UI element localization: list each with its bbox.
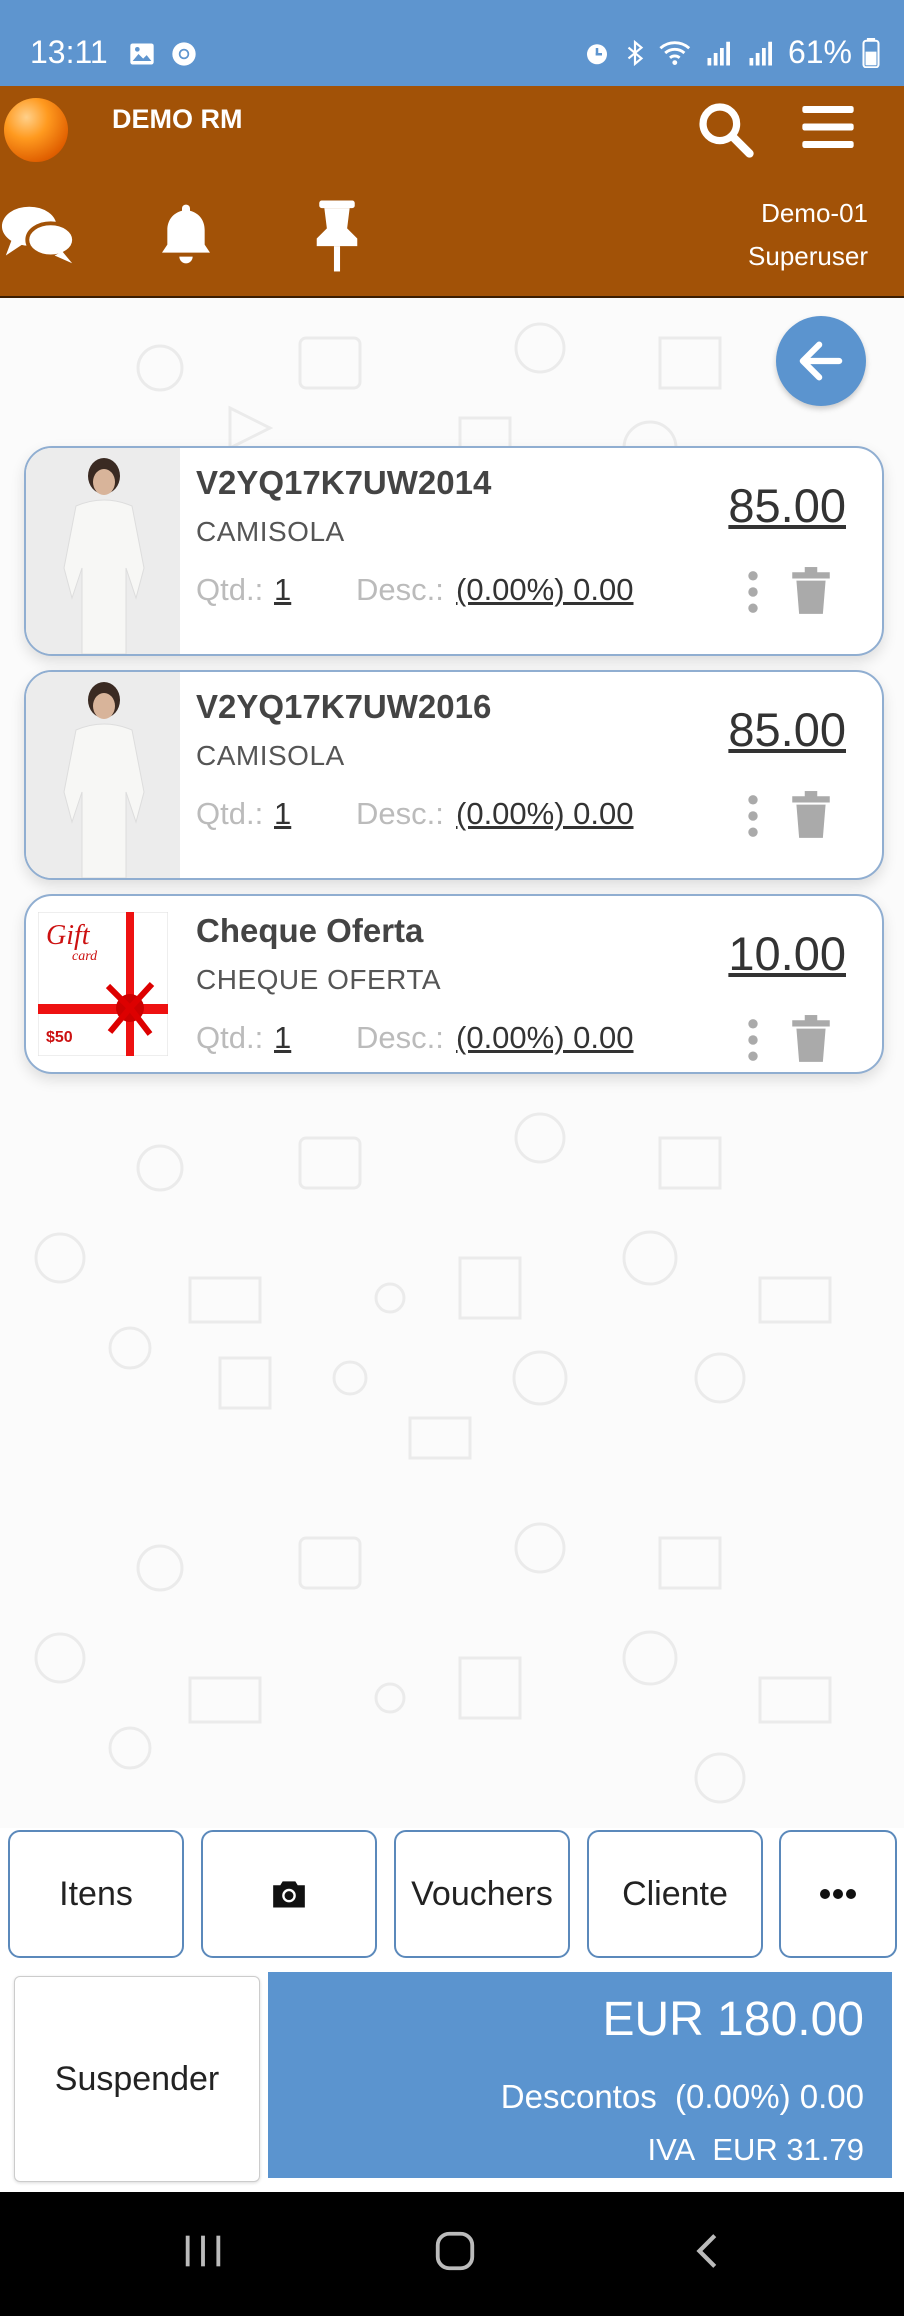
- gift-card-value-text: $50: [46, 1029, 73, 1046]
- gift-card-gift-text: Gift: [46, 920, 91, 951]
- battery-icon: [862, 37, 880, 68]
- total-panel[interactable]: EUR 180.00 Descontos (0.00%) 0.00 IVA EU…: [268, 1972, 892, 2178]
- clock: 13:11: [30, 34, 108, 70]
- wifi-icon: [659, 40, 691, 65]
- alarm-icon: [586, 43, 607, 64]
- qty-value[interactable]: 1: [274, 572, 291, 608]
- cart-item[interactable]: V2YQ17K7UW2014 CAMISOLA Qtd.: 1 Desc.: (…: [24, 446, 884, 656]
- discount-value[interactable]: (0.00%) 0.00: [456, 1020, 634, 1056]
- bell-icon[interactable]: [154, 198, 218, 270]
- cart-item[interactable]: V2YQ17K7UW2016 CAMISOLA Qtd.: 1 Desc.: (…: [24, 670, 884, 880]
- camera-icon: [273, 1881, 305, 1908]
- suspend-button[interactable]: Suspender: [14, 1976, 260, 2182]
- client-button[interactable]: Cliente: [587, 1830, 763, 1958]
- action-buttons: Itens Vouchers Cliente: [0, 1830, 904, 1960]
- item-code: V2YQ17K7UW2014: [196, 464, 492, 501]
- user-name: Superuser: [748, 241, 868, 271]
- discount-value[interactable]: (0.00%) 0.00: [456, 572, 634, 608]
- item-description: CAMISOLA: [196, 740, 345, 771]
- app-logo: [4, 98, 68, 162]
- vat-label: IVA: [647, 2132, 696, 2167]
- checkout-area: Suspender EUR 180.00 Descontos (0.00%) 0…: [0, 1962, 904, 2192]
- item-price[interactable]: 10.00: [728, 926, 846, 981]
- app-header: DEMO RM Demo-01 Superuser: [0, 86, 904, 298]
- qty-value[interactable]: 1: [274, 1020, 291, 1056]
- vat-value: EUR 31.79: [712, 2132, 864, 2167]
- discount-value[interactable]: (0.00%) 0.00: [456, 796, 634, 832]
- system-nav-bar: [0, 2192, 904, 2316]
- discount-label: Desc.:: [356, 1020, 444, 1055]
- discounts-value: (0.00%) 0.00: [675, 2078, 864, 2115]
- signal-icon: [749, 41, 772, 65]
- pin-icon[interactable]: [306, 198, 368, 274]
- more-vertical-icon[interactable]: [738, 570, 768, 614]
- discounts-line: Descontos (0.00%) 0.00: [501, 2078, 864, 2116]
- more-vertical-icon[interactable]: [738, 1018, 768, 1062]
- cart-item[interactable]: Gift card $50 Cheque Oferta CHEQUE OFERT…: [24, 894, 884, 1074]
- signal-icon: [707, 41, 730, 65]
- gift-card-thumbnail: Gift card $50: [38, 912, 168, 1056]
- items-button[interactable]: Itens: [8, 1830, 184, 1958]
- camera-button[interactable]: [201, 1830, 377, 1958]
- back-nav-icon[interactable]: [686, 2228, 732, 2274]
- trash-icon[interactable]: [790, 566, 832, 616]
- menu-icon[interactable]: [800, 102, 856, 152]
- app-title: DEMO RM: [112, 104, 243, 134]
- vat-line: IVA EUR 31.79: [647, 2132, 864, 2168]
- item-price[interactable]: 85.00: [728, 478, 846, 533]
- recent-apps-icon[interactable]: [180, 2228, 226, 2274]
- item-code: V2YQ17K7UW2016: [196, 688, 492, 725]
- total-amount: EUR 180.00: [602, 1993, 865, 2046]
- discount-label: Desc.:: [356, 572, 444, 607]
- store-name: Demo-01: [761, 198, 868, 228]
- trash-icon[interactable]: [790, 1014, 832, 1064]
- product-thumbnail: [26, 448, 180, 654]
- qty-label: Qtd.:: [196, 572, 264, 607]
- trash-icon[interactable]: [790, 790, 832, 840]
- product-thumbnail: [26, 672, 180, 878]
- item-description: CHEQUE OFERTA: [196, 964, 442, 995]
- item-description: CAMISOLA: [196, 516, 345, 547]
- qty-value[interactable]: 1: [274, 796, 291, 832]
- chrome-icon: [172, 42, 196, 66]
- more-button[interactable]: [779, 1830, 897, 1958]
- gallery-icon: [130, 43, 154, 65]
- item-price[interactable]: 85.00: [728, 702, 846, 757]
- home-icon[interactable]: [432, 2228, 478, 2274]
- search-icon[interactable]: [694, 98, 756, 160]
- arrow-left-icon: [799, 341, 843, 381]
- discounts-label: Descontos: [500, 2078, 657, 2115]
- discount-label: Desc.:: [356, 796, 444, 831]
- status-bar: 13:11 61%: [0, 0, 904, 86]
- item-code: Cheque Oferta: [196, 912, 424, 949]
- more-horizontal-icon: [820, 1889, 856, 1899]
- back-button[interactable]: [776, 316, 866, 406]
- gift-card-card-text: card: [72, 949, 98, 964]
- battery-percent: 61%: [787, 34, 852, 70]
- chat-icon[interactable]: [0, 202, 78, 266]
- qty-label: Qtd.:: [196, 796, 264, 831]
- user-info: Demo-01 Superuser: [748, 192, 868, 278]
- more-vertical-icon[interactable]: [738, 794, 768, 838]
- bluetooth-icon: [627, 39, 644, 66]
- vouchers-button[interactable]: Vouchers: [394, 1830, 570, 1958]
- qty-label: Qtd.:: [196, 1020, 264, 1055]
- cart-content: V2YQ17K7UW2014 CAMISOLA Qtd.: 1 Desc.: (…: [0, 298, 904, 1828]
